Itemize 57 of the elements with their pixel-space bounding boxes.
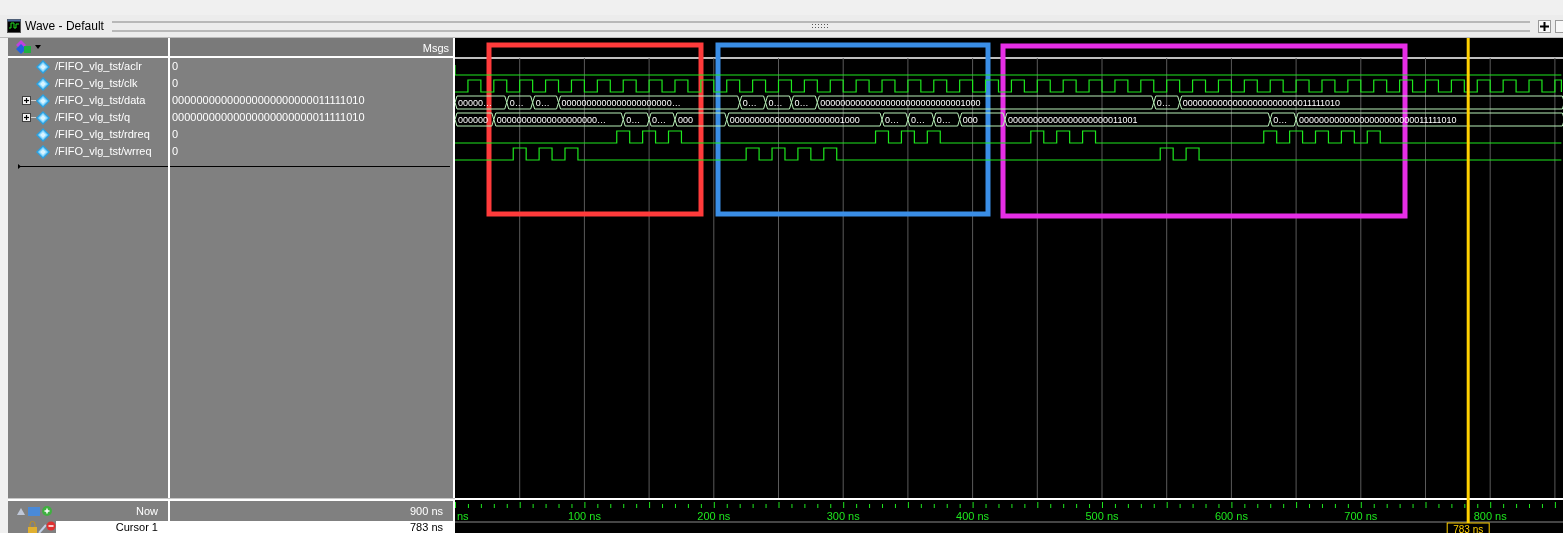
window-title: Wave - Default bbox=[25, 19, 104, 33]
time-axis-label: 100 ns bbox=[567, 510, 601, 522]
bus-value-label: 0… bbox=[626, 114, 641, 125]
time-axis-label: 400 ns bbox=[956, 510, 990, 522]
bus-value-label: 00000000000000000000000000001000 bbox=[820, 97, 981, 108]
signal-diamond-icon bbox=[36, 127, 50, 142]
bus-value-label: 00000000000000000000001000 bbox=[729, 114, 860, 125]
caret-icon[interactable] bbox=[35, 45, 41, 49]
signal-diamond-icon bbox=[36, 144, 50, 159]
bus-value-label: 0… bbox=[1156, 97, 1171, 108]
time-axis-label: 600 ns bbox=[1214, 510, 1248, 522]
signal-value: 0 bbox=[172, 60, 179, 72]
bus-value-label: 0… bbox=[910, 114, 925, 125]
expand-icon[interactable] bbox=[22, 96, 31, 105]
bus-value-label: 000 bbox=[962, 114, 978, 125]
bus-value-label: 0… bbox=[1273, 114, 1288, 125]
plus-button[interactable] bbox=[1538, 19, 1551, 33]
cursor-time: 783 ns bbox=[409, 521, 443, 533]
signal-value: 00000000000000000000000011111010 bbox=[172, 94, 365, 106]
toolbar-icons[interactable] bbox=[16, 505, 54, 517]
signal-value: 00000000000000000000000011111010 bbox=[172, 111, 365, 123]
bus-value-label: 0… bbox=[535, 97, 550, 108]
time-axis-label: 800 ns bbox=[1473, 510, 1507, 522]
wave-window-icon bbox=[7, 19, 21, 33]
bus-value-label: 0… bbox=[936, 114, 951, 125]
bus-value-label: 0… bbox=[794, 97, 809, 108]
bus-value-label: 0… bbox=[768, 97, 783, 108]
signal-value: 0 bbox=[172, 128, 179, 140]
bus-value-label: 0… bbox=[885, 114, 900, 125]
time-axis-label: 300 ns bbox=[826, 510, 860, 522]
time-axis-label: 700 ns bbox=[1344, 510, 1378, 522]
now-time: 900 ns bbox=[409, 505, 443, 517]
cursor-marker[interactable]: 783 ns bbox=[1446, 522, 1490, 533]
bus-value-label: 00000000000000000000000011111010 bbox=[1182, 97, 1341, 108]
bus-value-label: 00000000000000000000… bbox=[496, 114, 606, 125]
signal-diamond-icon bbox=[36, 76, 50, 91]
signal-diamond-icon bbox=[36, 110, 50, 125]
cursor-line[interactable] bbox=[1466, 38, 1470, 523]
expand-icon[interactable] bbox=[22, 113, 31, 122]
cursor-label[interactable]: Cursor 1 bbox=[56, 521, 168, 533]
bus-value-label: 0… bbox=[742, 97, 757, 108]
bus-value-label: 000 bbox=[678, 114, 693, 125]
column-header: Msgs bbox=[170, 38, 453, 58]
bus-value-label: 0… bbox=[509, 97, 524, 108]
time-axis-label: 200 ns bbox=[697, 510, 731, 522]
now-label: Now bbox=[136, 505, 158, 517]
time-axis-label: ns bbox=[457, 510, 469, 522]
signal-value: 0 bbox=[172, 77, 179, 89]
bus-value-label: 0000000000000000000000… bbox=[561, 97, 681, 108]
waveform-canvas[interactable] bbox=[455, 38, 1563, 533]
signal-value: 0 bbox=[172, 145, 179, 157]
bus-value-label: 00000000000000000000011001 bbox=[1007, 114, 1138, 125]
signal-diamond-icon bbox=[36, 93, 50, 108]
bus-value-label: 0… bbox=[652, 114, 667, 125]
cursor-time-label: 783 ns bbox=[1453, 524, 1484, 533]
signal-diamond-icon bbox=[36, 59, 50, 74]
time-axis-label: 500 ns bbox=[1085, 510, 1119, 522]
